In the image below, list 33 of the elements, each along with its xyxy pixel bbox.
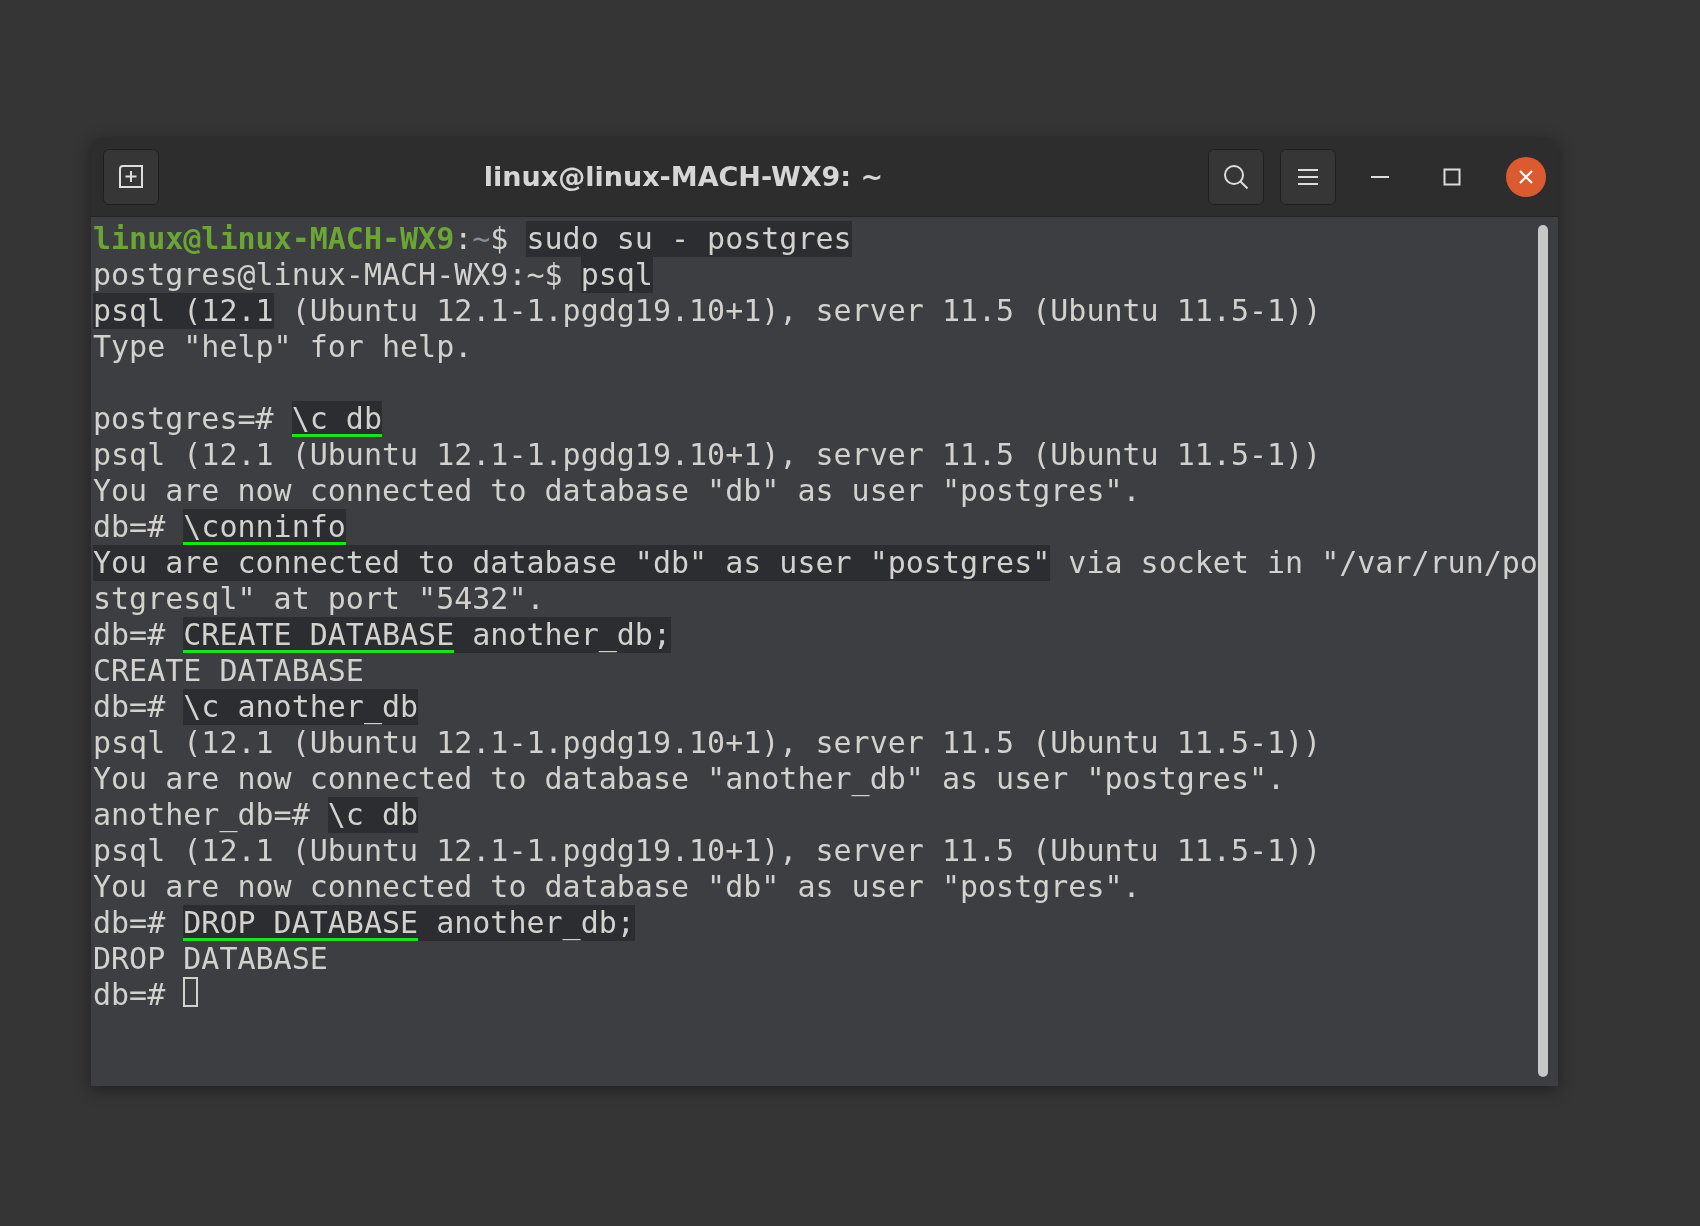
minimize-icon [1371, 174, 1389, 179]
terminal-line: db=# [93, 977, 167, 1013]
terminal-line: psql (12.1 (Ubuntu 12.1-1.pgdg19.10+1), server 11.5 (Ubuntu 11.5-1)) [93, 437, 1322, 473]
new-tab-button[interactable] [103, 148, 159, 205]
search-button[interactable] [1208, 148, 1264, 205]
terminal-line: Type "help" for help. [93, 329, 473, 365]
terminal-line: CREATE DATABASE [93, 653, 364, 689]
terminal-line: stgresql" at port "5432". [93, 581, 545, 617]
new-tab-icon [117, 163, 145, 190]
terminal-line: db=# \conninfo [93, 509, 346, 545]
window-title: linux@linux-MACH-WX9: ~ [482, 161, 885, 192]
scrollbar[interactable] [1538, 225, 1548, 1077]
terminal-line: db=# \c another_db [93, 689, 419, 725]
terminal-line: You are now connected to database "another_db" as user "postgres". [93, 761, 1286, 797]
terminal-line: You are now connected to database "db" as user "postgres". [93, 473, 1141, 509]
terminal-line: postgres=# \c db [93, 401, 382, 437]
terminal-line: You are connected to database "db" as user "postgres" via socket in "/var/run/po [93, 545, 1538, 581]
terminal-line: DROP DATABASE [93, 941, 328, 977]
terminal-line: psql (12.1 (Ubuntu 12.1-1.pgdg19.10+1), server 11.5 (Ubuntu 11.5-1)) [93, 725, 1322, 761]
terminal-line: db=# CREATE DATABASE another_db; [93, 617, 671, 653]
menu-icon [1297, 166, 1319, 187]
terminal-line: You are now connected to database "db" as user "postgres". [93, 869, 1141, 905]
maximize-icon [1443, 167, 1461, 186]
close-button[interactable] [1506, 156, 1546, 197]
terminal-line: psql (12.1 (Ubuntu 12.1-1.pgdg19.10+1), server 11.5 (Ubuntu 11.5-1)) [93, 833, 1322, 869]
terminal-line: db=# DROP DATABASE another_db; [93, 905, 635, 941]
terminal-line: linux@linux-MACH-WX9:~$ sudo su - postgres [93, 221, 852, 257]
terminal-line: psql (12.1 (Ubuntu 12.1-1.pgdg19.10+1), server 11.5 (Ubuntu 11.5-1)) [93, 293, 1322, 329]
terminal-line: postgres@linux-MACH-WX9:~$ psql [93, 257, 653, 293]
menu-button[interactable] [1280, 148, 1336, 205]
close-icon [1518, 168, 1534, 185]
terminal-line: another_db=# \c db [93, 797, 419, 833]
search-icon [1222, 162, 1250, 191]
